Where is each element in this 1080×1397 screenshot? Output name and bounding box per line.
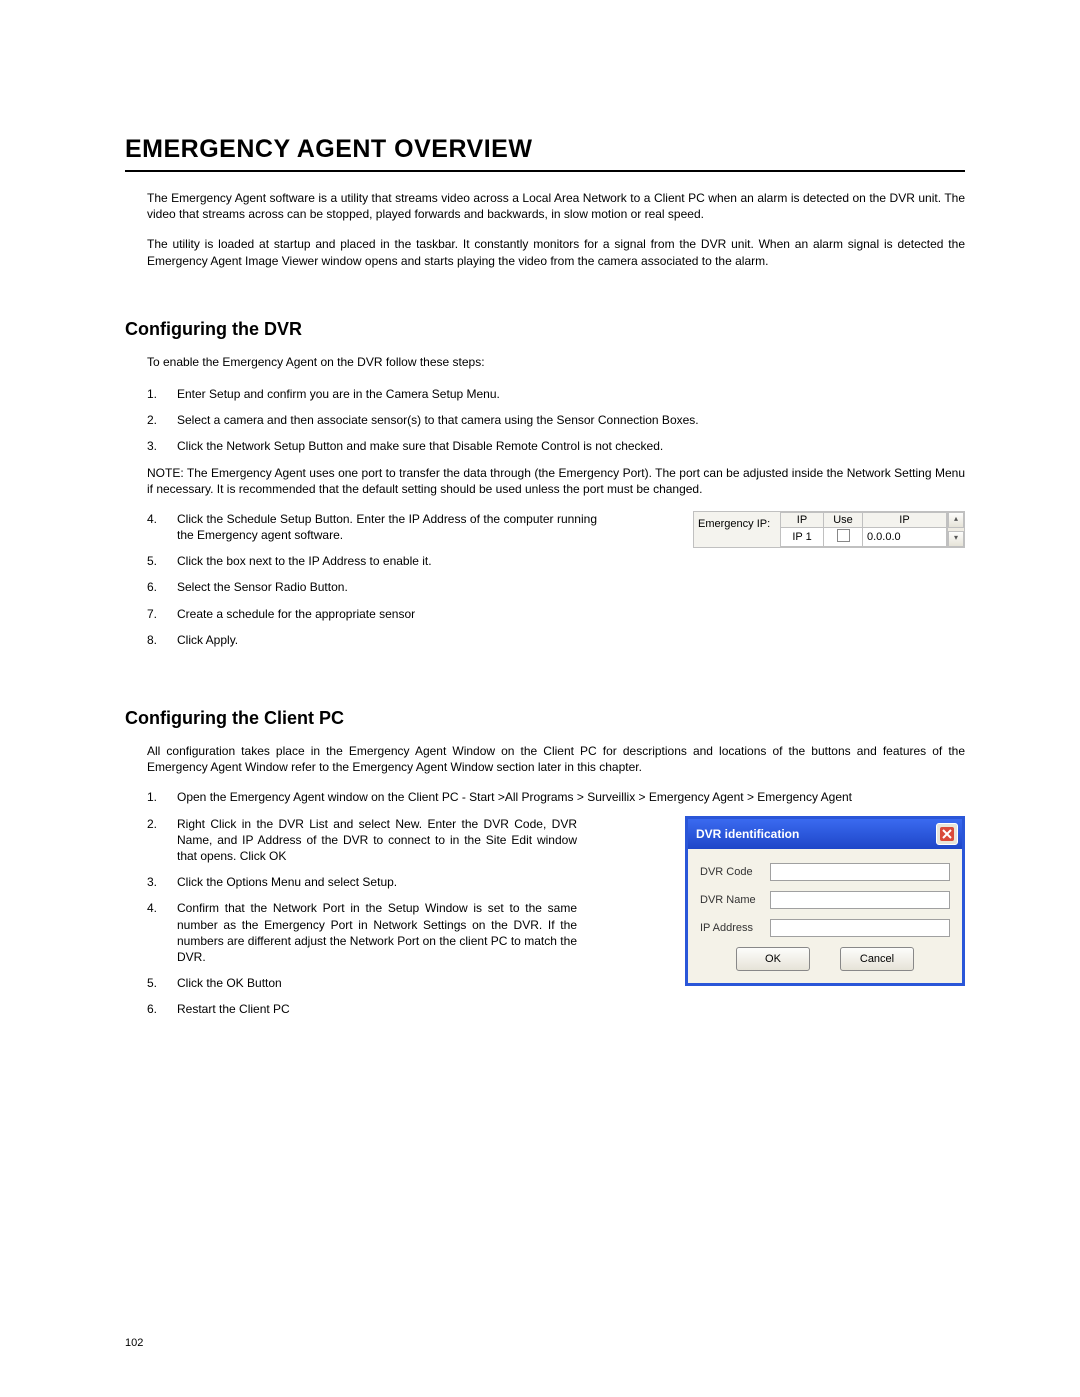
step-text: Right Click in the DVR List and select N…: [177, 816, 577, 865]
ip-address-input[interactable]: [770, 919, 950, 937]
step-row: 6. Select the Sensor Radio Button.: [147, 579, 965, 595]
step-text: Create a schedule for the appropriate se…: [177, 606, 965, 622]
emip-use-checkbox-cell: [824, 527, 863, 546]
cancel-button[interactable]: Cancel: [840, 947, 914, 971]
step-text: Click the Schedule Setup Button. Enter t…: [177, 511, 597, 543]
step-number: 6.: [147, 1001, 177, 1017]
section1-lead: To enable the Emergency Agent on the DVR…: [147, 354, 965, 370]
step-row: 1. Enter Setup and confirm you are in th…: [147, 386, 965, 402]
step-number: 4.: [147, 900, 177, 965]
emip-header-use: Use: [824, 512, 863, 527]
step-row: 6. Restart the Client PC: [147, 1001, 965, 1017]
scroll-up-icon[interactable]: ▴: [948, 512, 964, 528]
step-text: Select a camera and then associate senso…: [177, 412, 965, 428]
step-number: 5.: [147, 553, 177, 569]
dialog-field-row: IP Address: [700, 919, 950, 937]
emip-header-ip: IP: [781, 512, 824, 527]
close-icon: [940, 827, 954, 841]
dialog-field-row: DVR Code: [700, 863, 950, 881]
emip-ip-value[interactable]: 0.0.0.0: [863, 527, 947, 546]
emip-use-checkbox[interactable]: [837, 529, 850, 542]
emergency-ip-label: Emergency IP:: [694, 512, 780, 547]
step-row: 8. Click Apply.: [147, 632, 965, 648]
step-text: Click the Network Setup Button and make …: [177, 438, 965, 454]
page-title: EMERGENCY AGENT OVERVIEW: [125, 135, 965, 164]
step-number: 3.: [147, 874, 177, 890]
dvr-name-input[interactable]: [770, 891, 950, 909]
intro-block: The Emergency Agent software is a utilit…: [147, 190, 965, 269]
intro-paragraph-2: The utility is loaded at startup and pla…: [147, 236, 965, 268]
title-rule: [125, 170, 965, 172]
step-number: 2.: [147, 412, 177, 428]
step-row: 3. Click the Options Menu and select Set…: [147, 874, 671, 890]
ok-button[interactable]: OK: [736, 947, 810, 971]
emip-row-name: IP 1: [781, 527, 824, 546]
step-text: Select the Sensor Radio Button.: [177, 579, 965, 595]
step-number: 3.: [147, 438, 177, 454]
dialog-titlebar: DVR identification: [688, 819, 962, 849]
dvr-name-label: DVR Name: [700, 894, 770, 906]
step-number: 4.: [147, 511, 177, 543]
emip-scrollbar[interactable]: ▴ ▾: [947, 512, 964, 547]
section2-lead: All configuration takes place in the Eme…: [147, 743, 965, 775]
step-row: 4. Click the Schedule Setup Button. Ente…: [147, 511, 679, 543]
note-paragraph: NOTE: The Emergency Agent uses one port …: [147, 465, 965, 497]
step-row: 2. Select a camera and then associate se…: [147, 412, 965, 428]
section-heading-configuring-dvr: Configuring the DVR: [125, 319, 965, 340]
emip-header-ip2: IP: [863, 512, 947, 527]
step-number: 1.: [147, 789, 177, 805]
step-text: Click the OK Button: [177, 975, 671, 991]
step-number: 2.: [147, 816, 177, 865]
step-row: 2. Right Click in the DVR List and selec…: [147, 816, 671, 865]
step-text: Open the Emergency Agent window on the C…: [177, 789, 965, 805]
step-number: 1.: [147, 386, 177, 402]
close-button[interactable]: [936, 823, 958, 845]
dvr-identification-dialog: DVR identification DVR Code: [685, 816, 965, 986]
step-number: 8.: [147, 632, 177, 648]
step-row: 1. Open the Emergency Agent window on th…: [147, 789, 965, 805]
step-text: Enter Setup and confirm you are in the C…: [177, 386, 965, 402]
step-text: Click Apply.: [177, 632, 965, 648]
scroll-down-icon[interactable]: ▾: [948, 531, 964, 547]
step-row: 4. Confirm that the Network Port in the …: [147, 900, 671, 965]
document-page: EMERGENCY AGENT OVERVIEW The Emergency A…: [0, 0, 1080, 1397]
step-number: 5.: [147, 975, 177, 991]
emergency-ip-panel: Emergency IP: IP Use IP IP 1 0.0.0.0: [693, 511, 965, 548]
section1-content: To enable the Emergency Agent on the DVR…: [147, 354, 965, 658]
ip-address-label: IP Address: [700, 922, 770, 934]
step-text: Restart the Client PC: [177, 1001, 965, 1017]
dialog-field-row: DVR Name: [700, 891, 950, 909]
step-text: Click the Options Menu and select Setup.: [177, 874, 577, 890]
step-text: Confirm that the Network Port in the Set…: [177, 900, 577, 965]
step-number: 7.: [147, 606, 177, 622]
section-heading-configuring-client-pc: Configuring the Client PC: [125, 708, 965, 729]
step-row: 5. Click the OK Button: [147, 975, 671, 991]
page-number: 102: [125, 1337, 143, 1349]
intro-paragraph-1: The Emergency Agent software is a utilit…: [147, 190, 965, 222]
dvr-code-input[interactable]: [770, 863, 950, 881]
step-row: 5. Click the box next to the IP Address …: [147, 553, 679, 569]
emergency-ip-table: IP Use IP IP 1 0.0.0.0: [780, 512, 947, 547]
step-row: 7. Create a schedule for the appropriate…: [147, 606, 965, 622]
dvr-code-label: DVR Code: [700, 866, 770, 878]
section2-content: All configuration takes place in the Eme…: [147, 743, 965, 1027]
step-row: 3. Click the Network Setup Button and ma…: [147, 438, 965, 454]
step-text: Click the box next to the IP Address to …: [177, 553, 679, 569]
dialog-title: DVR identification: [696, 827, 799, 841]
step-number: 6.: [147, 579, 177, 595]
